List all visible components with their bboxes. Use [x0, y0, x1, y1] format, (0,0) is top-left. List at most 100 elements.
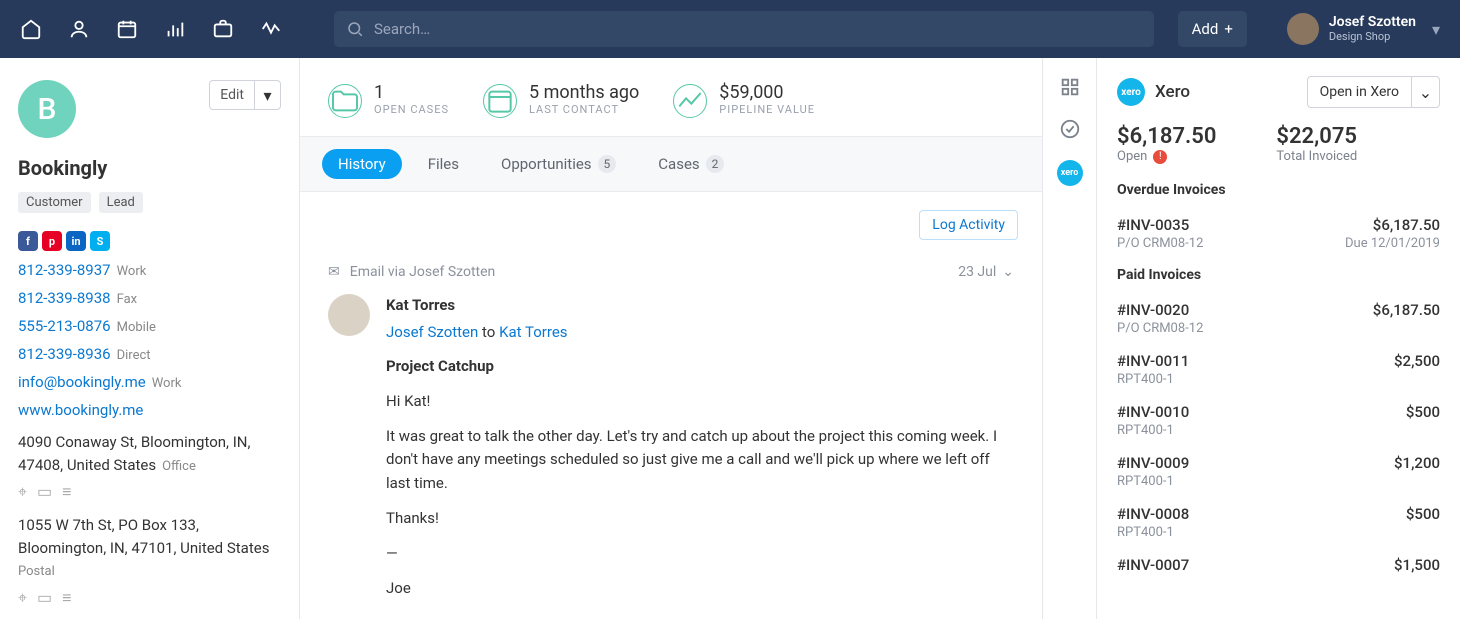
open-in-xero-button[interactable]: Open in Xero ⌄	[1307, 76, 1440, 108]
email-body: It was great to talk the other day. Let'…	[386, 425, 1014, 495]
overdue-title: Overdue Invoices	[1117, 182, 1440, 198]
map-icon[interactable]: ▭	[37, 482, 52, 502]
invoice-row[interactable]: #INV-0020P/O CRM08-12$6,187.50	[1117, 293, 1440, 344]
pinterest-icon[interactable]: p	[42, 231, 62, 251]
address-postal: 1055 W 7th St, PO Box 133, Bloomington, …	[18, 514, 281, 582]
facebook-icon[interactable]: f	[18, 231, 38, 251]
grid-icon[interactable]	[1059, 76, 1081, 98]
skype-icon[interactable]: S	[90, 231, 110, 251]
stat-pipeline: $59,000PIPELINE VALUE	[673, 82, 815, 118]
contact-row: 812-339-8938Fax	[18, 289, 281, 307]
recipient-link[interactable]: Kat Torres	[499, 323, 567, 341]
avatar	[328, 294, 370, 336]
contact-link[interactable]: 555-213-0876	[18, 317, 111, 335]
user-workspace: Design Shop	[1329, 31, 1416, 43]
pin-icon[interactable]: ⌖	[18, 482, 27, 502]
address-office: 4090 Conaway St, Bloomington, IN, 47408,…	[18, 431, 281, 476]
chevron-down-icon: ▾	[1432, 20, 1440, 39]
contact-link[interactable]: 812-339-8936	[18, 345, 111, 363]
activity-participants: Josef Szotten to Kat Torres	[386, 321, 1014, 344]
avatar	[1287, 13, 1319, 45]
tab-cases[interactable]: Cases2	[642, 149, 740, 179]
add-button[interactable]: Add +	[1178, 11, 1247, 47]
user-name: Josef Szotten	[1329, 15, 1416, 30]
activity-from: Kat Torres	[386, 294, 1014, 317]
stat-last-contact: 5 months agoLAST CONTACT	[483, 82, 639, 118]
activity-date[interactable]: 23 Jul⌄	[958, 264, 1014, 280]
email-icon: ✉	[328, 264, 340, 280]
edit-button[interactable]: Edit ▾	[209, 80, 281, 110]
tab-opportunities[interactable]: Opportunities5	[485, 149, 632, 179]
tab-history[interactable]: History	[322, 149, 402, 179]
sender-link[interactable]: Josef Szotten	[386, 323, 478, 341]
invoice-row[interactable]: #INV-0007$1,500	[1117, 548, 1440, 582]
check-circle-icon[interactable]	[1059, 118, 1081, 140]
home-icon[interactable]	[20, 18, 42, 40]
email-greeting: Hi Kat!	[386, 390, 1014, 413]
invoice-row[interactable]: #INV-0009RPT400-1$1,200	[1117, 446, 1440, 497]
tabs: History Files Opportunities5 Cases2	[300, 137, 1042, 192]
invoice-row[interactable]: #INV-0011RPT400-1$2,500	[1117, 344, 1440, 395]
folder-icon	[328, 84, 362, 118]
activity-subject: Project Catchup	[386, 355, 1014, 378]
calendar-icon	[483, 84, 517, 118]
nav-icons	[20, 18, 282, 40]
map-icon[interactable]: ▭	[37, 588, 52, 608]
left-panel: B Edit ▾ Bookingly Customer Lead f p in …	[0, 58, 300, 619]
log-activity-button[interactable]: Log Activity	[919, 210, 1018, 240]
trend-icon	[673, 84, 707, 118]
add-label: Add	[1192, 20, 1219, 38]
topbar: Add + Josef Szotten Design Shop ▾	[0, 0, 1460, 58]
tab-files[interactable]: Files	[412, 149, 475, 179]
social-icons: f p in S	[18, 231, 281, 251]
calendar-icon[interactable]	[116, 18, 138, 40]
email-thanks: Thanks!	[386, 507, 1014, 530]
xero-rail-icon[interactable]: xero	[1057, 160, 1083, 186]
open-amount: $6,187.50	[1117, 124, 1216, 149]
alert-icon: !	[1153, 150, 1167, 164]
contact-link[interactable]: 812-339-8937	[18, 261, 111, 279]
person-icon[interactable]	[68, 18, 90, 40]
contact-link[interactable]: www.bookingly.me	[18, 401, 143, 419]
chevron-down-icon[interactable]: ▾	[254, 81, 280, 109]
side-rail: xero	[1042, 58, 1096, 619]
list-icon[interactable]: ≡	[62, 588, 71, 608]
search-icon	[346, 20, 364, 42]
invoice-row[interactable]: #INV-0035P/O CRM08-12$6,187.50Due 12/01/…	[1117, 208, 1440, 259]
contact-row: 812-339-8937Work	[18, 261, 281, 279]
plus-icon: +	[1224, 20, 1233, 38]
paid-title: Paid Invoices	[1117, 267, 1440, 283]
bars-icon[interactable]	[164, 18, 186, 40]
chevron-down-icon: ⌄	[1002, 264, 1014, 280]
activity-item: ✉ Email via Josef Szotten 23 Jul⌄ Kat To…	[300, 258, 1042, 607]
invoice-row[interactable]: #INV-0010RPT400-1$500	[1117, 395, 1440, 446]
chevron-down-icon[interactable]: ⌄	[1411, 77, 1439, 107]
xero-logo-icon: xero	[1117, 78, 1145, 106]
company-avatar: B	[18, 80, 76, 138]
contact-link[interactable]: info@bookingly.me	[18, 373, 146, 391]
briefcase-icon[interactable]	[212, 18, 234, 40]
list-icon[interactable]: ≡	[62, 482, 71, 502]
contact-row: www.bookingly.me	[18, 401, 281, 419]
stat-open-cases: 1OPEN CASES	[328, 82, 449, 118]
pin-icon[interactable]: ⌖	[18, 588, 27, 608]
tag-customer[interactable]: Customer	[18, 192, 91, 213]
linkedin-icon[interactable]: in	[66, 231, 86, 251]
tag-lead[interactable]: Lead	[99, 192, 143, 213]
tags: Customer Lead	[18, 192, 281, 213]
pulse-icon[interactable]	[260, 18, 282, 40]
contact-row: 555-213-0876Mobile	[18, 317, 281, 335]
xero-panel: xero Xero Open in Xero ⌄ $6,187.50 Open!…	[1096, 58, 1460, 619]
total-invoiced-amount: $22,075	[1276, 124, 1357, 149]
invoice-row[interactable]: #INV-0008RPT400-1$500	[1117, 497, 1440, 548]
company-name: Bookingly	[18, 156, 281, 180]
search-input[interactable]	[334, 11, 1154, 47]
xero-title: Xero	[1155, 82, 1190, 102]
email-signature: Joe	[386, 577, 1014, 600]
contact-row: info@bookingly.meWork	[18, 373, 281, 391]
user-menu[interactable]: Josef Szotten Design Shop ▾	[1287, 13, 1440, 45]
contact-row: 812-339-8936Direct	[18, 345, 281, 363]
activity-via: Email via Josef Szotten	[350, 264, 496, 280]
stats-bar: 1OPEN CASES 5 months agoLAST CONTACT $59…	[300, 58, 1042, 137]
contact-link[interactable]: 812-339-8938	[18, 289, 111, 307]
